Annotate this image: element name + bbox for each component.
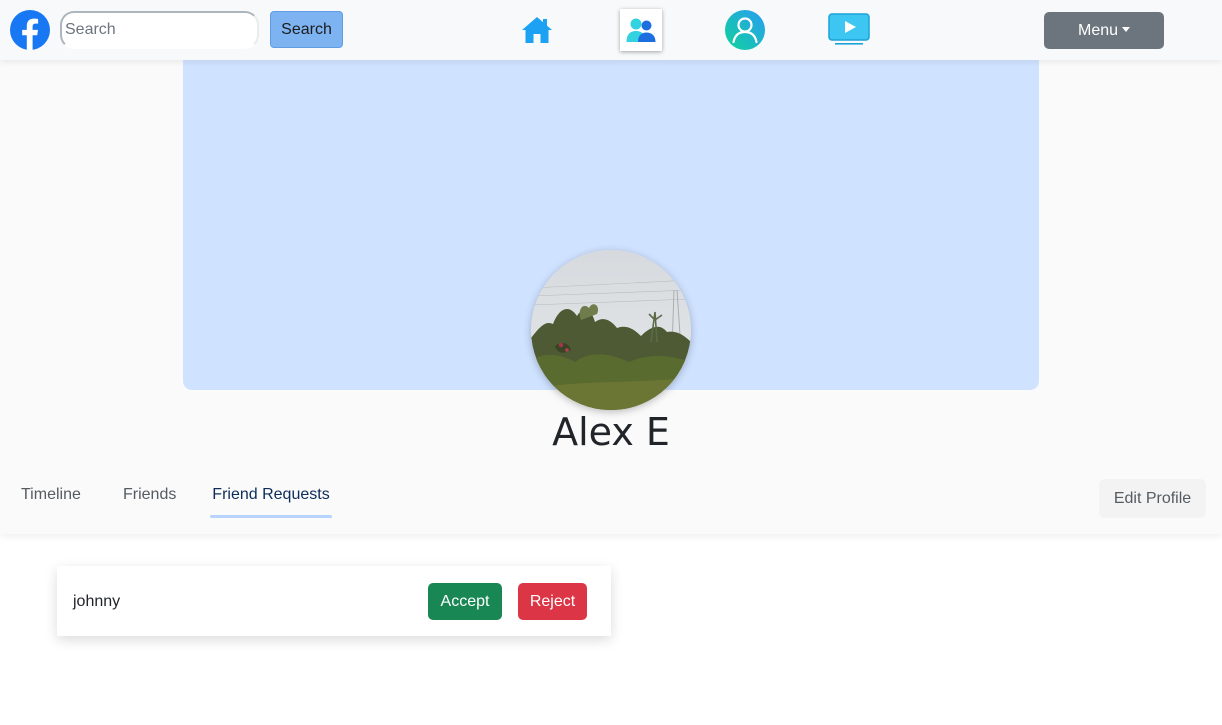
tab-timeline[interactable]: Timeline — [21, 486, 81, 504]
reject-button[interactable]: Reject — [518, 583, 587, 620]
facebook-logo-icon[interactable] — [10, 10, 50, 50]
search-button[interactable]: Search — [270, 11, 343, 48]
menu-dropdown-button[interactable]: Menu — [1044, 12, 1164, 49]
profile-avatar[interactable] — [531, 250, 691, 410]
active-tab-indicator — [210, 515, 332, 518]
watch-video-icon[interactable] — [828, 9, 870, 51]
search-input[interactable] — [60, 11, 259, 49]
profile-icon[interactable] — [724, 9, 766, 51]
profile-name: Alex E — [552, 410, 670, 454]
caret-down-icon — [1122, 26, 1131, 32]
home-icon[interactable] — [516, 9, 558, 51]
accept-button[interactable]: Accept — [428, 583, 502, 620]
profile-header: Alex E Timeline Friends Friend Requests … — [0, 60, 1222, 534]
top-navbar: Search Search Menu — [0, 0, 1222, 60]
tab-friends[interactable]: Friends — [123, 486, 176, 504]
menu-button-label: Menu — [1077, 21, 1119, 39]
edit-profile-button[interactable]: Edit Profile — [1099, 479, 1206, 518]
friend-request-card: johnny Accept Reject — [57, 566, 611, 636]
request-sender-name[interactable]: johnny — [73, 593, 120, 611]
tab-friend-requests[interactable]: Friend Requests — [210, 486, 332, 504]
friends-icon[interactable] — [620, 9, 662, 51]
